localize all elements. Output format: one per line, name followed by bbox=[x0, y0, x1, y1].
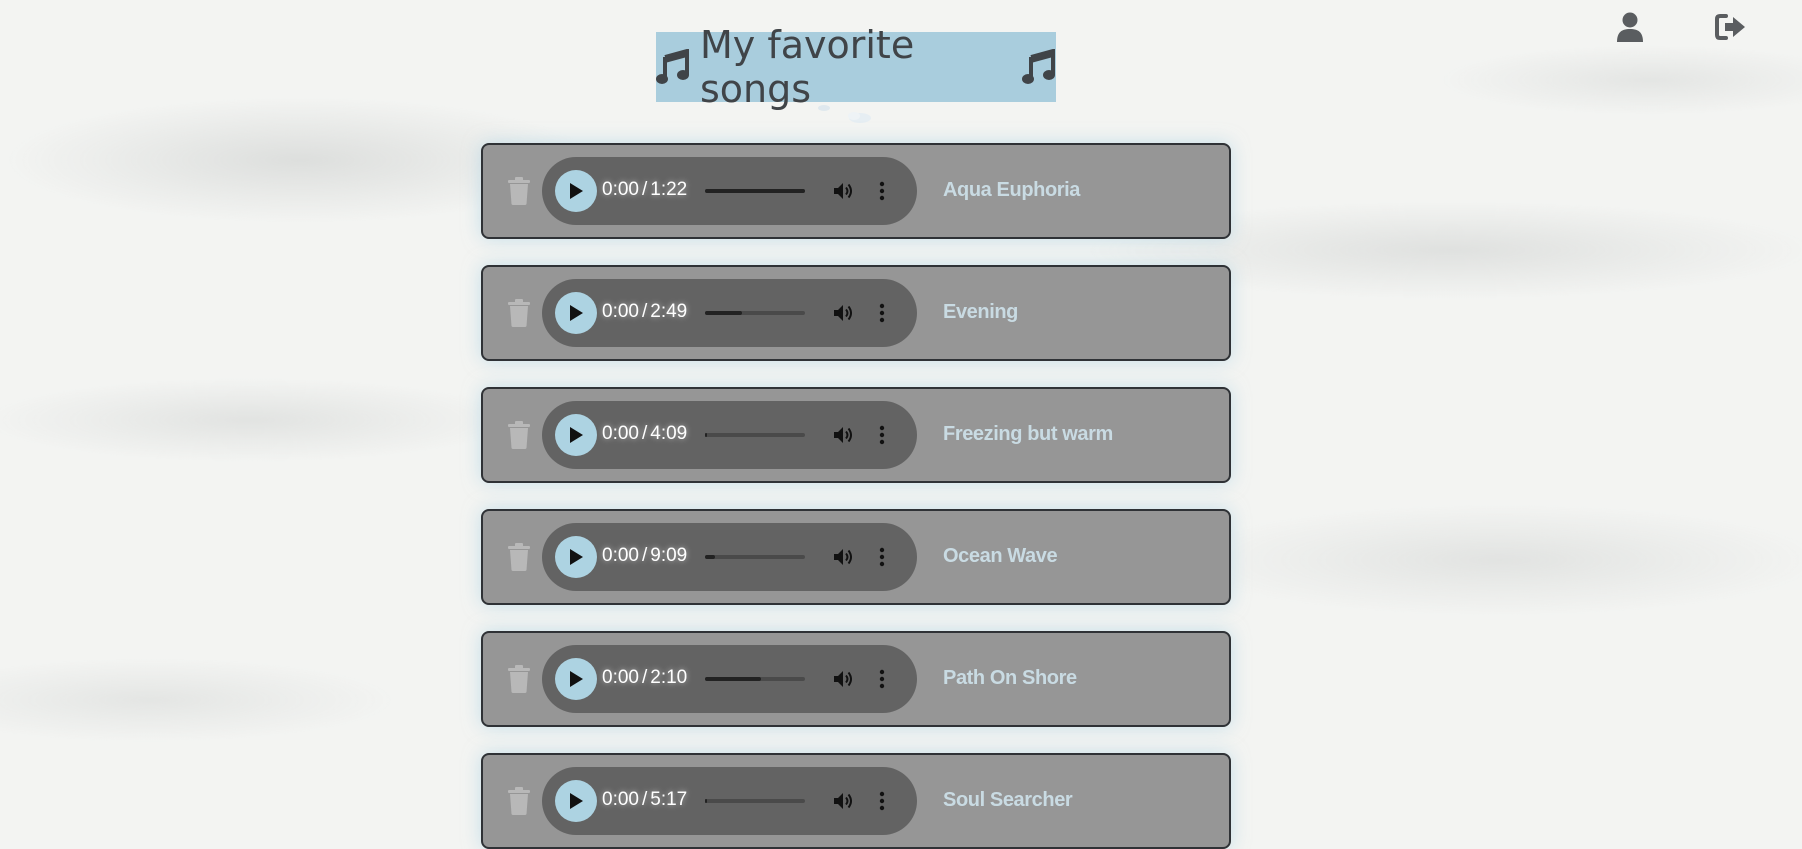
duration: 2:10 bbox=[650, 667, 688, 688]
volume-icon[interactable] bbox=[831, 423, 855, 447]
current-time: 0:00 bbox=[602, 667, 639, 688]
time-display: 0:00/1:22 bbox=[602, 179, 687, 201]
song-title: Evening bbox=[943, 301, 1018, 323]
buffered-bar bbox=[705, 433, 707, 437]
volume-icon[interactable] bbox=[831, 301, 855, 325]
buffered-bar bbox=[705, 677, 761, 681]
song-card: 0:00/9:09 Ocean Wave bbox=[481, 509, 1231, 605]
play-button[interactable] bbox=[555, 536, 597, 578]
time-separator: / bbox=[641, 301, 648, 322]
duration: 4:09 bbox=[650, 423, 688, 444]
buffered-bar bbox=[705, 311, 742, 315]
progress-slider[interactable] bbox=[705, 799, 805, 803]
song-card: 0:00/2:49 Evening bbox=[481, 265, 1231, 361]
play-button[interactable] bbox=[555, 414, 597, 456]
page-title-text: My favorite songs bbox=[700, 23, 915, 111]
audio-player: 0:00/9:09 bbox=[542, 523, 917, 591]
time-display: 0:00/5:17 bbox=[602, 789, 687, 811]
time-separator: / bbox=[641, 545, 648, 566]
time-display: 0:00/2:10 bbox=[602, 667, 687, 689]
play-button[interactable] bbox=[555, 780, 597, 822]
user-icon[interactable] bbox=[1613, 10, 1647, 44]
song-title: Ocean Wave bbox=[943, 545, 1058, 567]
audio-player: 0:00/5:17 bbox=[542, 767, 917, 835]
audio-player: 0:00/4:09 bbox=[542, 401, 917, 469]
song-card: 0:00/4:09 Freezing but warm bbox=[481, 387, 1231, 483]
duration: 1:22 bbox=[650, 179, 688, 200]
volume-icon[interactable] bbox=[831, 545, 855, 569]
play-icon bbox=[570, 305, 583, 321]
current-time: 0:00 bbox=[602, 301, 639, 322]
more-options-icon[interactable] bbox=[876, 789, 888, 813]
time-display: 0:00/9:09 bbox=[602, 545, 687, 567]
song-list: 0:00/1:22 Aqua Euphoria 0:00 / 2:49 Even… bbox=[481, 143, 1231, 849]
trash-icon[interactable] bbox=[507, 665, 531, 693]
music-note-icon bbox=[656, 49, 690, 85]
trash-icon[interactable] bbox=[507, 421, 531, 449]
song-card: 0:00/5:17 Soul Searcher bbox=[481, 753, 1231, 849]
time-display: 0:00/4:09 bbox=[602, 423, 687, 445]
time-separator: / bbox=[641, 667, 648, 688]
volume-icon[interactable] bbox=[831, 789, 855, 813]
audio-player: 0:00/1:22 bbox=[542, 157, 917, 225]
play-button[interactable] bbox=[555, 170, 597, 212]
buffered-bar bbox=[705, 189, 805, 193]
buffered-bar bbox=[705, 799, 707, 803]
buffered-bar bbox=[705, 555, 715, 559]
song-title: Path On Shore bbox=[943, 667, 1077, 689]
logout-icon[interactable] bbox=[1714, 10, 1748, 44]
song-title: Freezing but warm bbox=[943, 423, 1113, 445]
current-time: 0:00 bbox=[602, 545, 639, 566]
song-card: 0:00/2:10 Path On Shore bbox=[481, 631, 1231, 727]
more-options-icon[interactable] bbox=[876, 667, 888, 691]
trash-icon[interactable] bbox=[507, 177, 531, 205]
progress-slider[interactable] bbox=[705, 189, 805, 193]
volume-icon[interactable] bbox=[831, 667, 855, 691]
current-time: 0:00 bbox=[602, 789, 639, 810]
trash-icon[interactable] bbox=[507, 299, 531, 327]
song-title: Soul Searcher bbox=[943, 789, 1073, 811]
trash-icon[interactable] bbox=[507, 787, 531, 815]
play-icon bbox=[570, 183, 583, 199]
more-options-icon[interactable] bbox=[876, 301, 888, 325]
music-note-icon bbox=[1022, 49, 1056, 85]
time-separator: / bbox=[641, 179, 648, 200]
time-separator: / bbox=[641, 423, 648, 444]
duration: 9:09 bbox=[650, 545, 688, 566]
more-options-icon[interactable] bbox=[876, 545, 888, 569]
audio-player: 0:00/2:49 bbox=[542, 279, 917, 347]
progress-slider[interactable] bbox=[705, 555, 805, 559]
time-separator: / bbox=[641, 789, 648, 810]
volume-icon[interactable] bbox=[831, 179, 855, 203]
current-time: 0:00 bbox=[602, 423, 639, 444]
more-options-icon[interactable] bbox=[876, 423, 888, 447]
progress-slider[interactable] bbox=[705, 311, 805, 315]
play-button[interactable] bbox=[555, 658, 597, 700]
current-time: 0:00 bbox=[602, 179, 639, 200]
trash-icon[interactable] bbox=[507, 543, 531, 571]
page-title: My favorite songs bbox=[656, 23, 1056, 111]
duration: 5:17 bbox=[650, 789, 688, 810]
play-icon bbox=[570, 427, 583, 443]
play-icon bbox=[570, 671, 583, 687]
progress-slider[interactable] bbox=[705, 677, 805, 681]
progress-slider[interactable] bbox=[705, 433, 805, 437]
song-card: 0:00/1:22 Aqua Euphoria bbox=[481, 143, 1231, 239]
time-display: 0:00/2:49 bbox=[602, 301, 687, 323]
cloud-decoration-icon bbox=[810, 102, 880, 126]
play-button[interactable] bbox=[555, 292, 597, 334]
more-options-icon[interactable] bbox=[876, 179, 888, 203]
audio-player: 0:00/2:10 bbox=[542, 645, 917, 713]
song-title: Aqua Euphoria bbox=[943, 179, 1081, 201]
duration: 2:49 bbox=[650, 301, 688, 322]
play-icon bbox=[570, 549, 583, 565]
play-icon bbox=[570, 793, 583, 809]
